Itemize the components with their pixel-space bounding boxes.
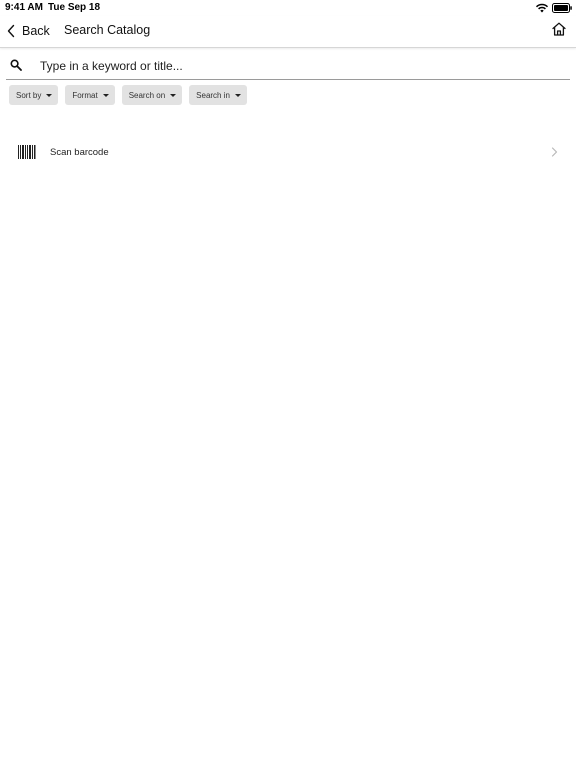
filter-chip-label: Search on [128, 90, 166, 100]
caret-down-icon [170, 93, 177, 97]
search-in-dropdown[interactable]: Search in [189, 85, 247, 105]
chevron-left-icon [7, 24, 15, 38]
back-label: Back [22, 24, 50, 38]
barcode-icon [18, 145, 36, 159]
caret-down-icon [234, 93, 241, 97]
caret-down-icon [46, 93, 53, 97]
page-title: Search Catalog [64, 23, 151, 37]
battery-icon [552, 3, 572, 13]
wifi-icon [535, 3, 549, 13]
filter-chip-label: Sort by [16, 90, 42, 100]
home-icon[interactable] [551, 21, 567, 37]
sort-by-dropdown[interactable]: Sort by [9, 85, 59, 105]
filter-chip-label: Format [72, 90, 98, 100]
filter-row: Sort by Format Search on Search in [9, 85, 247, 105]
filter-chip-label: Search in [196, 90, 230, 100]
chevron-right-icon [551, 147, 558, 157]
search-icon [10, 59, 22, 71]
scan-barcode-label: Scan barcode [50, 147, 109, 158]
search-bar [6, 54, 570, 80]
format-dropdown[interactable]: Format [65, 85, 115, 105]
scan-barcode-row[interactable]: Scan barcode [0, 138, 576, 166]
status-bar: 9:41 AM Tue Sep 18 [0, 0, 576, 16]
navigation-bar: Back Search Catalog [0, 16, 576, 48]
search-input[interactable] [40, 56, 560, 76]
caret-down-icon [102, 93, 109, 97]
status-time: 9:41 AM [5, 2, 43, 13]
status-date: Tue Sep 18 [48, 2, 101, 13]
back-button[interactable]: Back [6, 20, 50, 42]
search-on-dropdown[interactable]: Search on [121, 85, 183, 105]
